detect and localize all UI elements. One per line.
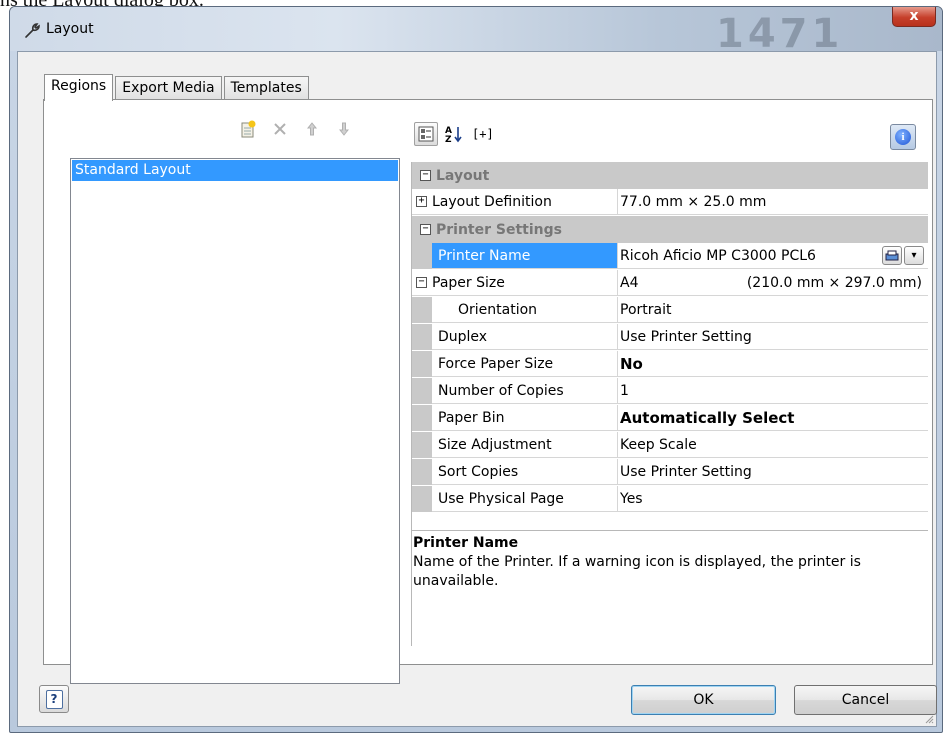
property-value[interactable]: Portrait <box>618 297 928 323</box>
tab-templates[interactable]: Templates <box>223 76 309 100</box>
collapse-icon[interactable]: − <box>420 170 431 181</box>
title-bar[interactable]: Layout 1471 x <box>10 7 942 57</box>
regions-list[interactable]: Standard Layout <box>70 158 400 684</box>
categorized-view-icon[interactable] <box>414 122 438 146</box>
move-down-icon[interactable] <box>328 119 360 139</box>
category-printer-settings[interactable]: − Printer Settings <box>412 216 928 243</box>
property-row-layout-definition[interactable]: + Layout Definition 77.0 mm × 25.0 mm <box>412 189 928 216</box>
property-toolbar: AZ [+] <box>414 122 494 146</box>
move-up-icon[interactable] <box>296 119 328 139</box>
resize-grip-icon[interactable] <box>924 714 934 724</box>
property-name: Force Paper Size <box>432 351 618 377</box>
cancel-button[interactable]: Cancel <box>794 685 937 715</box>
info-button[interactable]: i <box>890 124 916 150</box>
list-item[interactable]: Standard Layout <box>72 160 398 181</box>
info-icon: i <box>895 129 911 145</box>
property-description-panel: Printer Name Name of the Printer. If a w… <box>411 530 928 621</box>
collapse-icon[interactable]: − <box>416 277 427 288</box>
printer-properties-icon[interactable] <box>882 246 902 265</box>
description-text: Name of the Printer. If a warning icon i… <box>413 554 861 589</box>
property-value[interactable]: No <box>618 351 928 377</box>
window-title: Layout <box>46 21 94 37</box>
property-value[interactable]: 1 <box>618 378 928 404</box>
expand-icon[interactable]: + <box>416 196 427 207</box>
property-name: Printer Name <box>432 243 618 269</box>
property-row-number-of-copies[interactable]: Number of Copies 1 <box>412 378 928 405</box>
property-name: Paper Bin <box>432 405 618 431</box>
wrench-icon <box>25 23 40 38</box>
property-row-duplex[interactable]: Duplex Use Printer Setting <box>412 324 928 351</box>
property-value[interactable]: 77.0 mm × 25.0 mm <box>618 189 928 215</box>
regions-tab-panel: Standard Layout AZ [+] i − Layout + Layo… <box>43 99 933 684</box>
property-name: Number of Copies <box>432 378 618 404</box>
tab-strip: Regions Export Media Templates <box>44 74 311 101</box>
tab-export-media[interactable]: Export Media <box>115 76 222 100</box>
property-row-paper-bin[interactable]: Paper Bin Automatically Select <box>412 405 928 432</box>
tab-regions[interactable]: Regions <box>44 74 114 101</box>
layout-dialog: Layout 1471 x Regions Export Media Templ… <box>9 6 943 733</box>
delete-icon[interactable] <box>264 119 296 139</box>
category-layout[interactable]: − Layout <box>412 162 928 189</box>
property-row-size-adjustment[interactable]: Size Adjustment Keep Scale <box>412 432 928 459</box>
description-title: Printer Name <box>413 535 519 551</box>
property-row-orientation[interactable]: Orientation Portrait <box>412 297 928 324</box>
expand-all-button[interactable]: [+] <box>472 127 494 141</box>
property-value: A4 <box>620 274 639 291</box>
sort-alphabetical-icon[interactable]: AZ <box>444 124 466 145</box>
property-value[interactable]: Keep Scale <box>618 432 928 458</box>
close-button[interactable]: x <box>892 7 936 27</box>
help-icon: ? <box>45 689 63 709</box>
dialog-client-area: Regions Export Media Templates Standard … <box>17 51 937 727</box>
property-name: Orientation <box>432 297 618 323</box>
property-value[interactable]: Yes <box>618 486 928 512</box>
property-name: Sort Copies <box>432 459 618 485</box>
property-row-sort-copies[interactable]: Sort Copies Use Printer Setting <box>412 459 928 486</box>
ok-button[interactable]: OK <box>631 685 776 715</box>
property-name: Use Physical Page <box>432 486 618 512</box>
property-value[interactable]: Automatically Select <box>618 405 928 431</box>
property-row-printer-name[interactable]: Printer Name Ricoh Aficio MP C3000 PCL6 … <box>412 243 928 270</box>
regions-toolbar <box>232 119 360 139</box>
collapse-icon[interactable]: − <box>420 224 431 235</box>
property-value[interactable]: Use Printer Setting <box>618 459 928 485</box>
property-value: Ricoh Aficio MP C3000 PCL6 <box>620 247 816 264</box>
property-row-paper-size[interactable]: − Paper Size A4 (210.0 mm × 297.0 mm) <box>412 270 928 297</box>
property-name: Layout Definition <box>432 193 552 210</box>
help-button[interactable]: ? <box>39 685 69 713</box>
property-name: Duplex <box>432 324 618 350</box>
property-name: Size Adjustment <box>432 432 618 458</box>
chevron-down-icon[interactable]: ▾ <box>904 246 924 265</box>
new-region-icon[interactable] <box>232 119 264 139</box>
svg-text:Z: Z <box>445 135 452 144</box>
property-value[interactable]: Use Printer Setting <box>618 324 928 350</box>
paper-size-dimensions: (210.0 mm × 297.0 mm) <box>746 274 922 291</box>
property-name: Paper Size <box>432 274 505 291</box>
property-row-use-physical-page[interactable]: Use Physical Page Yes <box>412 486 928 513</box>
property-row-force-paper-size[interactable]: Force Paper Size No <box>412 351 928 378</box>
